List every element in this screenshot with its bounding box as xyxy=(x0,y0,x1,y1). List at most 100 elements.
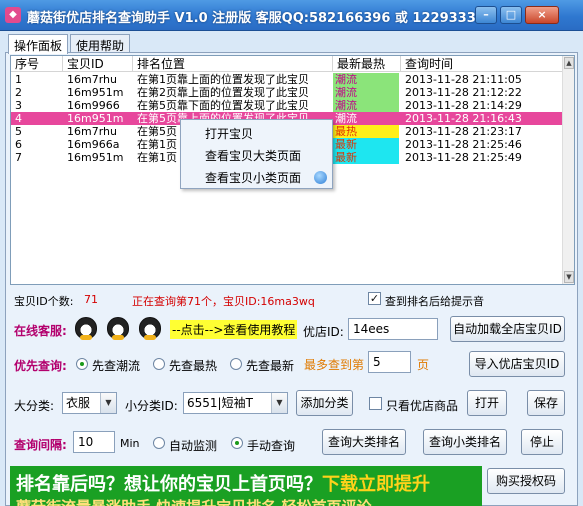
radio-auto-monitor[interactable] xyxy=(153,437,165,449)
tutorial-link[interactable]: --点击-->查看使用教程 xyxy=(170,320,298,339)
qq-penguin-icon[interactable] xyxy=(107,317,129,340)
table-cell-hot: 最新 xyxy=(333,138,399,151)
table-cell-hot: 潮流 xyxy=(333,86,399,99)
tab-operation-panel[interactable]: 操作面板 xyxy=(8,34,69,54)
radio-trend-label: 先查潮流 xyxy=(92,359,141,373)
import-button[interactable]: 导入优店宝贝ID xyxy=(469,351,565,377)
only-shop-label: 只看优店商品 xyxy=(386,399,459,413)
table-cell-hot: 潮流 xyxy=(333,73,399,86)
col-header-no[interactable]: 序号 xyxy=(11,56,63,72)
table-cell-time: 2013-11-28 21:16:43 xyxy=(405,112,522,125)
small-category-select[interactable]: 6551|短袖T ▼ xyxy=(183,392,288,414)
col-header-time[interactable]: 查询时间 xyxy=(401,56,564,72)
notify-checkbox[interactable]: ✓ xyxy=(368,292,381,305)
list-scrollbar[interactable]: ▲ ▼ xyxy=(562,56,574,284)
context-menu: 打开宝贝 查看宝贝大类页面 查看宝贝小类页面 xyxy=(180,119,333,189)
query-big-category-button[interactable]: 查询大类排名 xyxy=(322,429,406,455)
max-page-unit: 页 xyxy=(417,358,430,372)
table-cell-id: 16m951m xyxy=(67,112,124,125)
auto-load-button[interactable]: 自动加载全店宝贝ID xyxy=(450,316,565,342)
minimize-button[interactable]: – xyxy=(475,6,497,24)
table-cell-id: 16m951m xyxy=(67,86,124,99)
scroll-up-icon[interactable]: ▲ xyxy=(564,57,574,69)
table-cell-time: 2013-11-28 21:23:17 xyxy=(405,125,522,138)
radio-manual-query-label: 手动查询 xyxy=(247,439,296,453)
big-category-value: 衣服 xyxy=(66,396,91,410)
promo-line1-b: 下载立即提升 xyxy=(322,474,430,495)
count-label: 宝贝ID个数: xyxy=(14,295,74,308)
open-button[interactable]: 打开 xyxy=(467,390,507,416)
table-cell-time: 2013-11-28 21:25:49 xyxy=(405,151,522,164)
maximize-button[interactable]: □ xyxy=(500,6,522,24)
promo-banner[interactable]: 排名靠后吗？想让你的宝贝上首页吗？下载立即提升 蘑菇街流量暴涨助手 快速提升宝贝… xyxy=(10,466,482,506)
chevron-down-icon: ▼ xyxy=(100,393,116,413)
col-header-hot[interactable]: 最新最热 xyxy=(333,56,401,72)
small-category-value: 6551|短袖T xyxy=(187,396,253,410)
table-cell-no: 7 xyxy=(15,151,22,164)
radio-newest[interactable] xyxy=(230,358,242,370)
window-title: 蘑菇街优店排名查询助手 V1.0 注册版 客服QQ:582166396 或 12… xyxy=(27,11,477,26)
tab-help[interactable]: 使用帮助 xyxy=(70,34,131,53)
add-category-button[interactable]: 添加分类 xyxy=(296,390,353,416)
list-header: 序号 宝贝ID 排名位置 最新最热 查询时间 xyxy=(11,56,564,72)
interval-input[interactable]: 10 xyxy=(73,431,115,453)
radio-newest-label: 先查最新 xyxy=(246,359,295,373)
table-cell-no: 5 xyxy=(15,125,22,138)
table-row[interactable]: 2 16m951m 在第2页靠上面的位置发现了此宝贝 潮流 2013-11-28 21:… xyxy=(11,86,564,99)
table-cell-id: 16m7rhu xyxy=(67,125,117,138)
table-cell-hot: 最热 xyxy=(333,125,399,138)
promo-line2: 蘑菇街流量暴涨助手 快速提升宝贝排名 轻松首页评论 xyxy=(16,496,371,506)
close-button[interactable]: × xyxy=(525,6,559,24)
big-category-select[interactable]: 衣服 ▼ xyxy=(62,392,117,414)
stop-button[interactable]: 停止 xyxy=(521,429,563,455)
table-row[interactable]: 3 16m9966 在第5页靠下面的位置发现了此宝贝 潮流 2013-11-28 21:… xyxy=(11,99,564,112)
table-cell-no: 1 xyxy=(15,73,22,86)
table-cell-no: 3 xyxy=(15,99,22,112)
table-cell-pos: 在第1页靠上面的位置发现了此宝贝 xyxy=(137,73,309,86)
promo-line1-a: 排名靠后吗？想让你的宝贝上首页吗？ xyxy=(16,474,322,495)
interval-unit: Min xyxy=(120,437,140,450)
small-category-label: 小分类ID: xyxy=(125,399,178,413)
big-category-label: 大分类: xyxy=(14,399,55,413)
table-cell-id: 16m951m xyxy=(67,151,124,164)
menu-view-small-category[interactable]: 查看宝贝小类页面 xyxy=(181,167,332,189)
app-icon: ◆ xyxy=(5,7,21,23)
table-cell-id: 16m7rhu xyxy=(67,73,117,86)
qq-penguin-icon[interactable] xyxy=(75,317,97,340)
table-cell-no: 6 xyxy=(15,138,22,151)
col-header-position[interactable]: 排名位置 xyxy=(133,56,333,72)
table-cell-no: 2 xyxy=(15,86,22,99)
table-cell-hot: 潮流 xyxy=(333,112,399,125)
table-row[interactable]: 1 16m7rhu 在第1页靠上面的位置发现了此宝贝 潮流 2013-11-28 21:… xyxy=(11,73,564,86)
max-page-input[interactable]: 5 xyxy=(368,351,411,373)
table-cell-hot: 最新 xyxy=(333,151,399,164)
radio-hottest-label: 先查最热 xyxy=(169,359,218,373)
save-button[interactable]: 保存 xyxy=(527,390,565,416)
table-cell-pos: 在第2页靠上面的位置发现了此宝贝 xyxy=(137,86,309,99)
count-value: 71 xyxy=(84,293,98,306)
chevron-down-icon: ▼ xyxy=(271,393,287,413)
buy-license-button[interactable]: 购买授权码 xyxy=(487,468,565,494)
notify-label: 查到排名后给提示音 xyxy=(385,295,484,308)
menu-open-item[interactable]: 打开宝贝 xyxy=(181,123,332,145)
promo-line1: 排名靠后吗？想让你的宝贝上首页吗？下载立即提升 xyxy=(16,470,430,496)
table-cell-time: 2013-11-28 21:11:05 xyxy=(405,73,522,86)
shop-id-input[interactable]: 14ees xyxy=(348,318,438,340)
scroll-down-icon[interactable]: ▼ xyxy=(564,271,574,283)
radio-manual-query[interactable] xyxy=(231,437,243,449)
col-header-id[interactable]: 宝贝ID xyxy=(63,56,133,72)
radio-hottest[interactable] xyxy=(153,358,165,370)
query-small-category-button[interactable]: 查询小类排名 xyxy=(423,429,507,455)
only-shop-checkbox[interactable] xyxy=(369,397,382,410)
title-bar: ◆ 蘑菇街优店排名查询助手 V1.0 注册版 客服QQ:582166396 或 … xyxy=(0,0,583,31)
menu-view-big-category[interactable]: 查看宝贝大类页面 xyxy=(181,145,332,167)
table-cell-id: 16m966a xyxy=(67,138,120,151)
qq-penguin-icon[interactable] xyxy=(139,317,161,340)
table-cell-id: 16m9966 xyxy=(67,99,120,112)
querying-status: 正在查询第71个，宝贝ID:16ma3wq xyxy=(132,295,315,308)
shop-id-label: 优店ID: xyxy=(303,325,344,339)
table-cell-time: 2013-11-28 21:25:46 xyxy=(405,138,522,151)
radio-trend[interactable] xyxy=(76,358,88,370)
globe-icon xyxy=(314,171,327,184)
interval-label: 查询间隔: xyxy=(14,438,67,452)
